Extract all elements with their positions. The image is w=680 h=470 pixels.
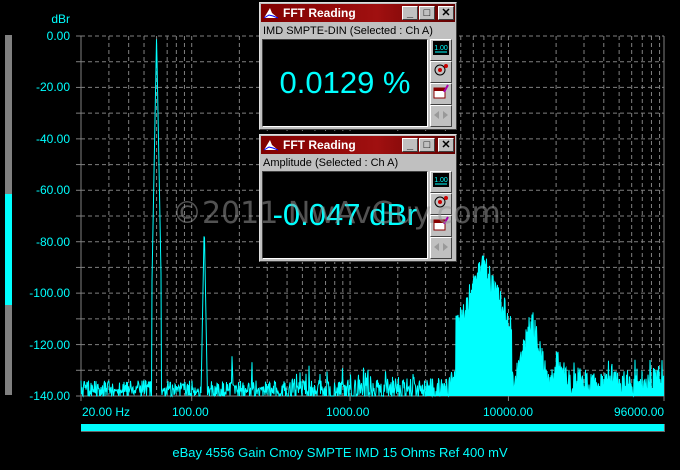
- channel-select-button[interactable]: [430, 193, 452, 215]
- maximize-button[interactable]: □: [419, 138, 435, 152]
- title-bar[interactable]: FFT Reading _ □ ✕: [261, 4, 455, 22]
- x-tick-label: 96000.00: [614, 405, 665, 419]
- svg-text:1.00: 1.00: [434, 177, 448, 184]
- x-tick-label: 100.00: [172, 405, 209, 419]
- toolbar: 1.00: [430, 39, 452, 127]
- close-button[interactable]: ✕: [438, 138, 454, 152]
- channel-select-button[interactable]: [430, 61, 452, 83]
- minimize-button[interactable]: _: [402, 6, 418, 20]
- y-tick-label: -100.00: [29, 286, 70, 301]
- minimize-button[interactable]: _: [402, 138, 418, 152]
- y-tick-label: -20.00: [35, 80, 70, 95]
- data-table-button[interactable]: [430, 215, 452, 237]
- arrows-button[interactable]: [430, 237, 452, 259]
- y-tick-label: -40.00: [35, 131, 70, 146]
- x-tick-label: 10000.00: [483, 405, 534, 419]
- maximize-button[interactable]: □: [419, 6, 435, 20]
- reading-subtitle: IMD SMPTE-DIN (Selected : Ch A): [263, 25, 433, 37]
- numeric-display-icon: 1.00: [433, 172, 449, 192]
- fft-reading-window-amplitude[interactable]: FFT Reading _ □ ✕ Amplitude (Selected : …: [259, 134, 457, 262]
- numeric-display-icon: 1.00: [433, 40, 449, 60]
- close-button[interactable]: ✕: [438, 6, 454, 20]
- x-tick-label: 20.00 Hz: [82, 405, 131, 419]
- graph-caption: eBay 4556 Gain Cmoy SMPTE IMD 15 Ohms Re…: [172, 445, 508, 460]
- data-table-icon: [433, 84, 449, 105]
- reading-value: -0.047 dBr: [262, 171, 428, 259]
- app-logo-icon: [263, 8, 279, 19]
- y-tick-label: -60.00: [35, 183, 70, 198]
- svg-text:1.00: 1.00: [434, 45, 448, 52]
- data-table-button[interactable]: [430, 83, 452, 105]
- reading-value: 0.0129 %: [262, 39, 428, 127]
- window-title: FFT Reading: [283, 6, 356, 20]
- arrows-icon: [433, 239, 449, 257]
- reading-subtitle: Amplitude (Selected : Ch A): [263, 157, 399, 169]
- y-tick-label: -80.00: [35, 234, 70, 249]
- y-tick-label: 0.00: [46, 29, 70, 43]
- x-tick-label: 1000.00: [326, 405, 370, 419]
- app-logo-icon: [263, 140, 279, 151]
- fft-reading-window-imd[interactable]: FFT Reading _ □ ✕ IMD SMPTE-DIN (Selecte…: [259, 2, 457, 130]
- window-title: FFT Reading: [283, 138, 356, 152]
- numeric-display-button[interactable]: 1.00: [430, 39, 452, 61]
- title-bar[interactable]: FFT Reading _ □ ✕: [261, 136, 455, 154]
- frequency-scrollbar[interactable]: [81, 424, 665, 432]
- arrows-icon: [433, 107, 449, 125]
- toolbar: 1.00: [430, 171, 452, 259]
- y-tick-label: -120.00: [29, 337, 70, 352]
- arrows-button[interactable]: [430, 105, 452, 127]
- channel-select-icon: [433, 194, 449, 215]
- data-table-icon: [433, 216, 449, 237]
- y-unit-label: dBr: [51, 12, 70, 26]
- numeric-display-button[interactable]: 1.00: [430, 171, 452, 193]
- y-tick-label: -140.00: [29, 389, 70, 403]
- channel-select-icon: [433, 62, 449, 83]
